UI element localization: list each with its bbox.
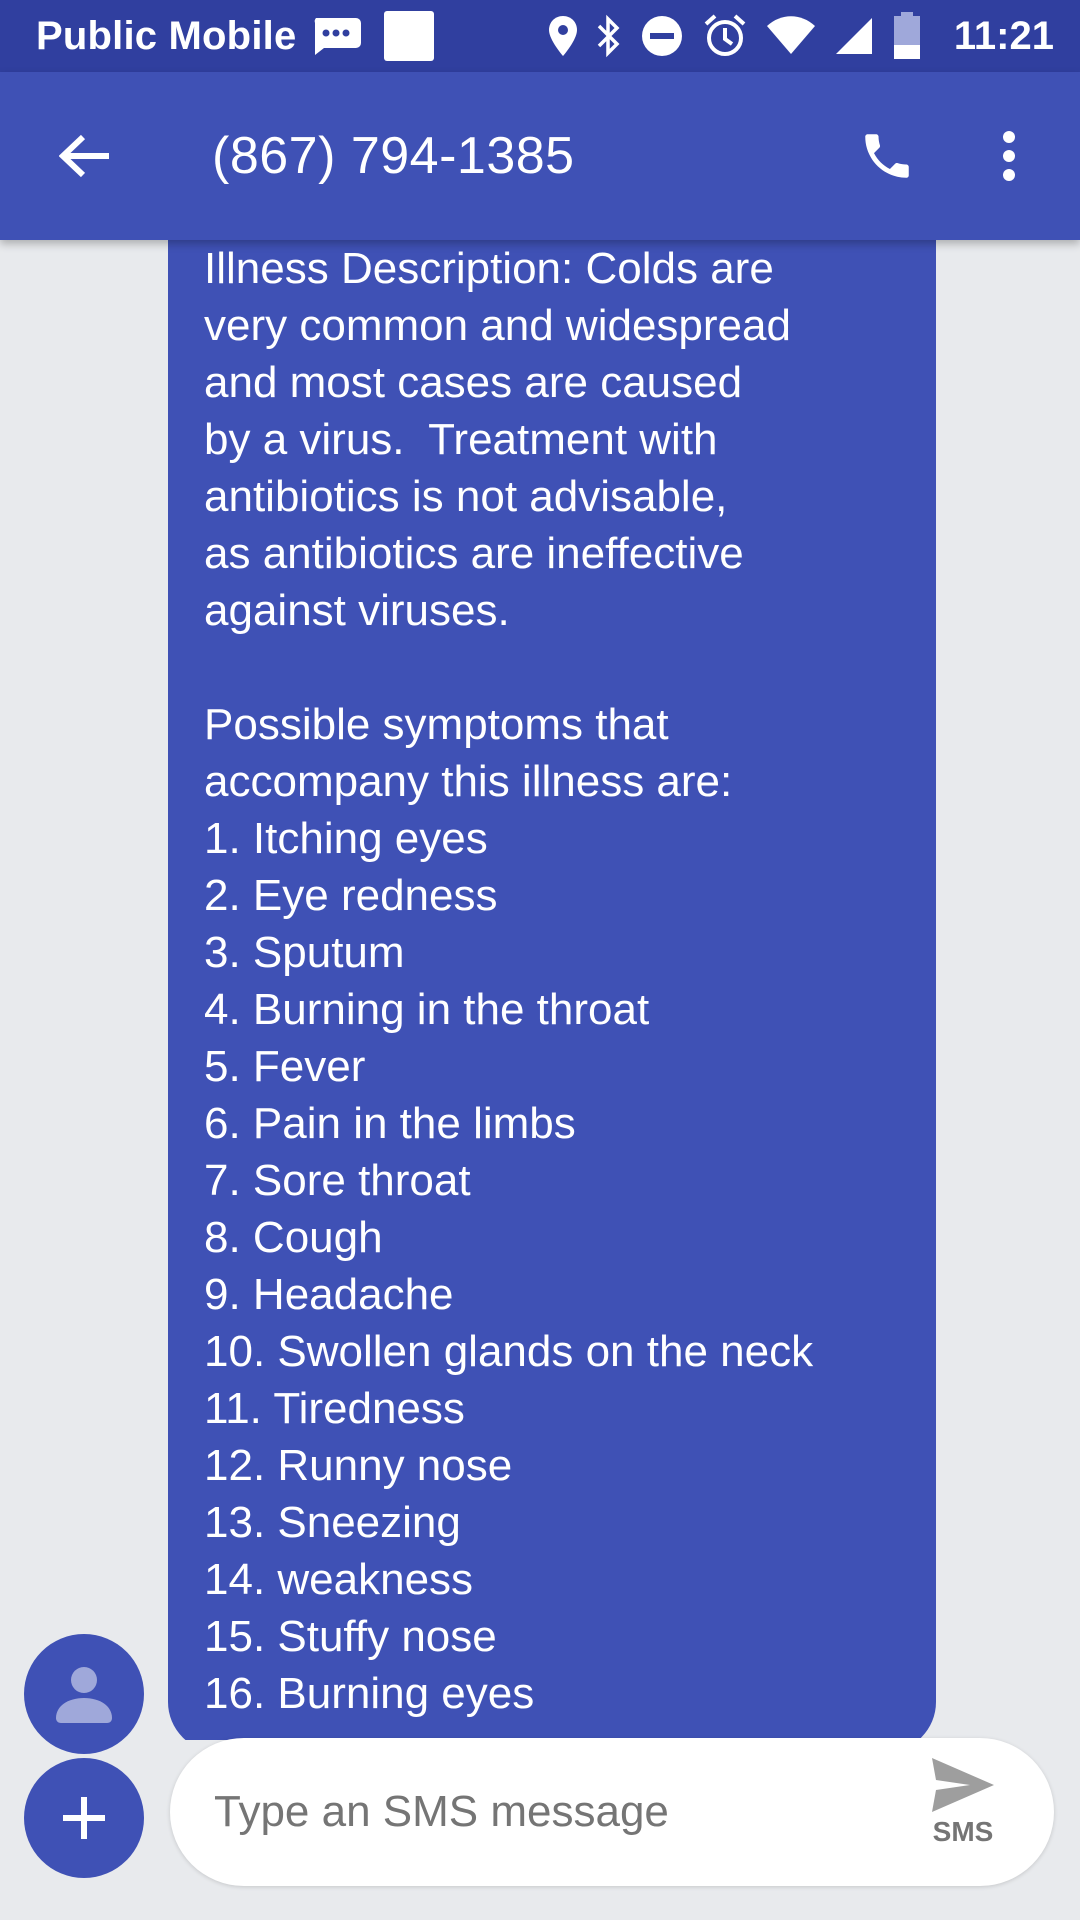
send-icon xyxy=(932,1758,994,1812)
message-line: against viruses. xyxy=(204,586,510,635)
message-line: 9. Headache xyxy=(204,1270,454,1319)
battery-icon xyxy=(892,12,922,60)
call-button[interactable] xyxy=(842,111,932,201)
message-bubble[interactable]: Illness Description: Colds are very commo… xyxy=(168,240,936,1740)
conversation-title: (867) 794-1385 xyxy=(212,127,575,185)
message-line: as antibiotics are ineffective xyxy=(204,529,744,578)
message-line: 3. Sputum xyxy=(204,928,405,977)
app-bar: (867) 794-1385 xyxy=(0,72,1080,240)
sms-notification-icon xyxy=(310,16,362,56)
message-line: 2. Eye redness xyxy=(204,871,498,920)
signal-icon xyxy=(834,16,874,56)
message-line: antibiotics is not advisable, xyxy=(204,472,728,521)
back-arrow-icon xyxy=(59,134,109,178)
location-icon xyxy=(548,15,578,57)
message-line: 12. Runny nose xyxy=(204,1441,513,1490)
message-line: 6. Pain in the limbs xyxy=(204,1099,576,1148)
message-line xyxy=(204,639,900,696)
contact-avatar[interactable] xyxy=(24,1634,144,1754)
send-label: SMS xyxy=(932,1816,994,1847)
message-line: 14. weakness xyxy=(204,1555,474,1604)
phone-icon xyxy=(865,134,909,178)
message-line: 11. Tiredness xyxy=(204,1384,465,1433)
image-notification-icon xyxy=(384,11,435,61)
status-bar: Public Mobile 11:21 xyxy=(0,0,1080,72)
plus-icon xyxy=(63,1797,105,1839)
message-line: 5. Fever xyxy=(204,1042,366,1091)
back-button[interactable] xyxy=(40,111,130,201)
send-button[interactable]: SMS xyxy=(920,1756,1006,1868)
more-options-button[interactable] xyxy=(964,111,1054,201)
alarm-icon xyxy=(702,13,748,59)
message-text: Illness Description: Colds are very commo… xyxy=(204,240,900,1722)
wifi-icon xyxy=(766,16,816,56)
do-not-disturb-icon xyxy=(640,14,684,58)
message-line: very common and widespread xyxy=(204,301,791,350)
bluetooth-icon xyxy=(596,14,622,58)
status-time: 11:21 xyxy=(953,13,1054,58)
message-line: 8. Cough xyxy=(204,1213,383,1262)
message-line: 1. Itching eyes xyxy=(204,814,488,863)
message-line: Illness Description: Colds are xyxy=(204,244,774,293)
screen: Public Mobile 11:21 (867) 794-1385 Illne… xyxy=(0,0,1080,1920)
more-vert-icon xyxy=(1003,131,1015,181)
message-line: 10. Swollen glands on the neck xyxy=(204,1327,814,1376)
attach-button[interactable] xyxy=(24,1758,144,1878)
carrier-name: Public Mobile xyxy=(36,13,297,58)
message-line: 16. Burning eyes xyxy=(204,1669,535,1718)
compose-bar: SMS xyxy=(170,1738,1054,1886)
message-line: 13. Sneezing xyxy=(204,1498,461,1547)
message-line: 15. Stuffy nose xyxy=(204,1612,497,1661)
message-line: and most cases are caused xyxy=(204,358,743,407)
message-line: 7. Sore throat xyxy=(204,1156,471,1205)
message-line: 4. Burning in the throat xyxy=(204,985,650,1034)
message-line: accompany this illness are: xyxy=(204,757,733,806)
person-icon xyxy=(56,1667,112,1723)
conversation-list[interactable]: Illness Description: Colds are very commo… xyxy=(0,240,1080,1740)
message-line: Possible symptoms that xyxy=(204,700,669,749)
message-input[interactable] xyxy=(214,1787,854,1837)
message-line: by a virus. Treatment with xyxy=(204,415,718,464)
